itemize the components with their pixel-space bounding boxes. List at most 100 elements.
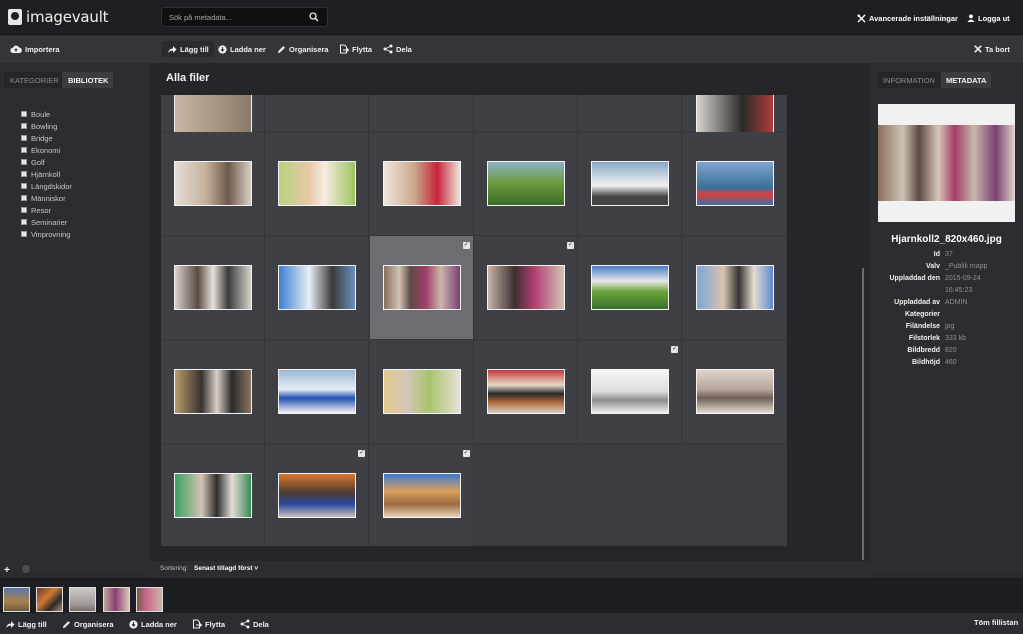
add-icon[interactable]: + [4, 565, 10, 576]
thumbnail-cell[interactable] [578, 132, 683, 236]
thumbnail-cell[interactable] [682, 340, 787, 444]
pencil-icon [277, 45, 285, 53]
thumbnail-cell[interactable] [161, 95, 265, 138]
thumbnail-cell[interactable] [161, 132, 265, 236]
category-checkbox[interactable] [21, 219, 27, 225]
bottom-share-button[interactable]: Dela [240, 618, 269, 630]
selected-checkbox-icon[interactable]: ✓ [358, 450, 366, 457]
thumbnail-cell[interactable] [578, 95, 683, 132]
close-icon [974, 45, 982, 53]
bottom-download-button[interactable]: Ladda ner [129, 618, 177, 630]
category-item[interactable]: Boule [21, 108, 72, 120]
tab-information[interactable]: INFORMATION [878, 72, 940, 88]
download-button[interactable]: Ladda ner [214, 41, 270, 57]
category-item[interactable]: Bowling [21, 120, 72, 132]
remove-button[interactable]: Ta bort [970, 41, 1014, 57]
tab-library[interactable]: BIBLIOTEK [62, 72, 114, 88]
move-button[interactable]: Flytta [335, 41, 376, 57]
thumbnail-image [486, 265, 565, 310]
thumbnail-cell[interactable] [369, 340, 474, 444]
bottom-move-label: Flytta [205, 619, 226, 629]
share-button[interactable]: Dela [379, 41, 416, 57]
selected-checkbox-icon[interactable]: ✓ [462, 242, 470, 249]
category-checkbox[interactable] [21, 195, 27, 201]
preview-photo [878, 125, 1015, 201]
metadata-key: Uppladdad av [894, 299, 940, 306]
filmstrip-thumb[interactable] [3, 587, 30, 612]
category-item[interactable]: Hjärnkoll [21, 168, 72, 180]
metadata-row: Id 37 [878, 249, 1023, 261]
bottom-organize-label: Organisera [74, 619, 114, 629]
logout-link[interactable]: Logga ut [967, 12, 1010, 24]
thumbnail-cell[interactable] [265, 132, 370, 236]
category-checkbox[interactable] [21, 207, 27, 213]
sort-label: Sortering: [160, 565, 189, 572]
category-checkbox[interactable] [21, 171, 27, 177]
thumbnail-cell[interactable]: ✓ [578, 340, 683, 444]
thumbnail-image [278, 369, 357, 414]
filmstrip-thumb[interactable] [103, 587, 130, 612]
thumbnail-cell[interactable] [369, 132, 474, 236]
category-item[interactable]: Resor [21, 204, 72, 216]
empty-list-button[interactable]: Töm fillistan [974, 618, 1018, 627]
thumbnail-cell[interactable]: ✓ [369, 236, 474, 340]
search-button[interactable] [303, 9, 325, 25]
app-logo[interactable]: imagevault [8, 8, 109, 26]
thumbnail-cell[interactable] [473, 95, 578, 132]
category-item[interactable]: Ekonomi [21, 144, 72, 156]
category-checkbox[interactable] [21, 135, 27, 141]
thumbnail-cell[interactable] [161, 444, 265, 546]
selected-checkbox-icon[interactable]: ✓ [671, 346, 679, 353]
selected-checkbox-icon[interactable]: ✓ [462, 450, 470, 457]
thumbnail-cell[interactable] [682, 132, 787, 236]
category-item[interactable]: Vinprovning [21, 228, 72, 240]
category-checkbox[interactable] [21, 231, 27, 237]
thumbnail-cell[interactable] [161, 236, 265, 340]
thumbnail-cell[interactable] [265, 340, 370, 444]
category-item[interactable]: Seminarier [21, 216, 72, 228]
search-input[interactable] [169, 11, 299, 24]
settings-icon[interactable] [22, 565, 30, 573]
organize-button[interactable]: Organisera [273, 41, 333, 57]
filmstrip-thumb[interactable] [136, 587, 163, 612]
metadata-key: Id [933, 251, 940, 258]
thumbnail-cell[interactable] [369, 95, 474, 132]
category-item[interactable]: Bridge [21, 132, 72, 144]
category-item[interactable]: Golf [21, 156, 72, 168]
category-checkbox[interactable] [21, 147, 27, 153]
thumbnail-cell[interactable] [578, 236, 683, 340]
category-item[interactable]: Längdskidor [21, 180, 72, 192]
sort-dropdown[interactable]: Senast tillagd först ˅ [194, 565, 258, 572]
filmstrip-thumb[interactable] [69, 587, 96, 612]
metadata-value: 37 [945, 251, 953, 258]
thumbnail-image [382, 265, 461, 310]
category-checkbox[interactable] [21, 183, 27, 189]
category-checkbox[interactable] [21, 159, 27, 165]
thumbnail-cell[interactable]: ✓ [473, 236, 578, 340]
thumbnail-image [174, 369, 252, 414]
tab-categories[interactable]: KATEGORIER [4, 72, 64, 88]
thumbnail-cell[interactable] [682, 95, 787, 138]
add-button[interactable]: Lägg till [162, 41, 214, 57]
thumbnail-cell[interactable]: ✓ [265, 444, 370, 546]
thumbnail-cell[interactable] [473, 132, 578, 236]
thumbnail-cell[interactable] [265, 95, 370, 132]
thumbnail-cell[interactable] [161, 340, 265, 444]
selected-checkbox-icon[interactable]: ✓ [566, 242, 574, 249]
category-checkbox[interactable] [21, 123, 27, 129]
import-button[interactable]: Importera [6, 41, 64, 57]
vertical-scrollbar[interactable] [862, 268, 864, 560]
bottom-add-button[interactable]: Lägg till [5, 618, 47, 630]
category-item[interactable]: Människor [21, 192, 72, 204]
advanced-settings-link[interactable]: Avancerade inställningar [857, 12, 958, 24]
bottom-move-button[interactable]: Flytta [192, 618, 225, 630]
file-name: Hjarnkoll2_820x460.jpg [891, 234, 1002, 245]
filmstrip-thumb[interactable] [36, 587, 63, 612]
thumbnail-cell[interactable] [265, 236, 370, 340]
bottom-organize-button[interactable]: Organisera [62, 618, 114, 630]
thumbnail-cell[interactable] [682, 236, 787, 340]
tab-metadata[interactable]: METADATA [941, 72, 992, 88]
thumbnail-cell[interactable]: ✓ [369, 444, 474, 546]
category-checkbox[interactable] [21, 111, 27, 117]
thumbnail-cell[interactable] [473, 340, 578, 444]
